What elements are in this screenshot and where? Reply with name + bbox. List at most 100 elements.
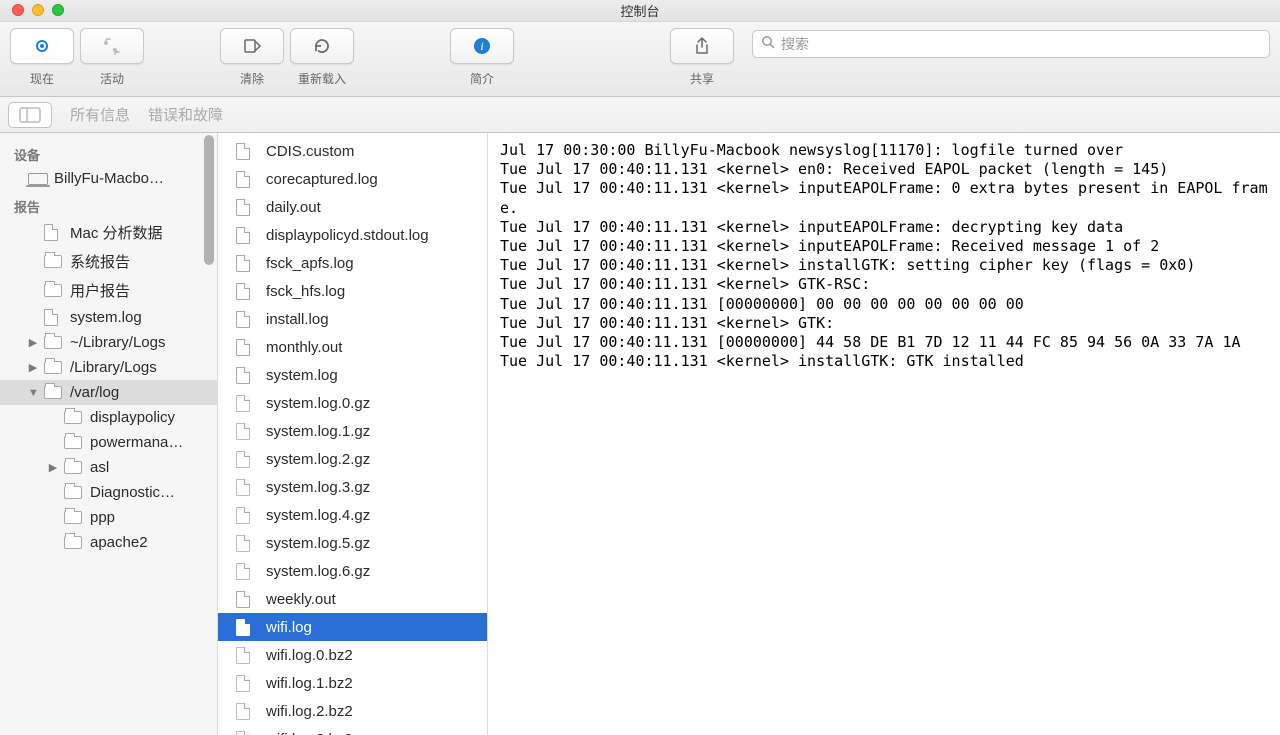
file-row[interactable]: wifi.log.2.bz2: [218, 697, 487, 725]
file-row[interactable]: wifi.log.0.bz2: [218, 641, 487, 669]
file-icon: [236, 591, 256, 607]
file-row[interactable]: monthly.out: [218, 333, 487, 361]
clear-button[interactable]: [220, 28, 284, 64]
toolbar-group-mid: 清除 重新载入: [220, 28, 354, 87]
file-row[interactable]: daily.out: [218, 193, 487, 221]
folder-icon: [44, 360, 64, 376]
file-row[interactable]: weekly.out: [218, 585, 487, 613]
file-name: system.log.6.gz: [266, 563, 370, 580]
minimize-button[interactable]: [32, 4, 44, 16]
file-row[interactable]: wifi.log: [218, 613, 487, 641]
sidebar-item[interactable]: displaypolicy: [0, 405, 217, 430]
file-icon: [44, 225, 64, 241]
file-name: install.log: [266, 311, 329, 328]
file-name: monthly.out: [266, 339, 342, 356]
filter-errors[interactable]: 错误和故障: [148, 104, 223, 125]
file-row[interactable]: system.log.2.gz: [218, 445, 487, 473]
file-row[interactable]: system.log.0.gz: [218, 389, 487, 417]
filter-all[interactable]: 所有信息: [70, 104, 130, 125]
file-row[interactable]: system.log.4.gz: [218, 501, 487, 529]
folder-icon: [64, 460, 84, 476]
file-row[interactable]: system.log.5.gz: [218, 529, 487, 557]
search-input[interactable]: [781, 36, 1261, 52]
zoom-button[interactable]: [52, 4, 64, 16]
activity-button[interactable]: [80, 28, 144, 64]
file-name: fsck_hfs.log: [266, 283, 345, 300]
file-row[interactable]: install.log: [218, 305, 487, 333]
disclosure-triangle-icon[interactable]: ▶: [28, 361, 38, 374]
info-button[interactable]: i: [450, 28, 514, 64]
file-row[interactable]: wifi.log.1.bz2: [218, 669, 487, 697]
sidebar-item[interactable]: ▶/Library/Logs: [0, 355, 217, 380]
reload-label: 重新载入: [298, 70, 346, 87]
sidebar-item[interactable]: ▶asl: [0, 455, 217, 480]
filelist[interactable]: CDIS.customcorecaptured.logdaily.out disp…: [218, 133, 488, 735]
file-name: system.log.1.gz: [266, 423, 370, 440]
sidebar-item[interactable]: 用户报告: [0, 276, 217, 305]
sidebar-item[interactable]: ▼/var/log: [0, 380, 217, 405]
sidebar-item[interactable]: apache2: [0, 530, 217, 555]
filterbar: 所有信息 错误和故障: [0, 97, 1280, 133]
sidebar-item[interactable]: ▶~/Library/Logs: [0, 330, 217, 355]
file-row[interactable]: corecaptured.log: [218, 165, 487, 193]
search-field[interactable]: [752, 30, 1270, 58]
file-name: fsck_apfs.log: [266, 255, 354, 272]
clear-icon: [242, 36, 262, 56]
share-button[interactable]: [670, 28, 734, 64]
folder-icon: [44, 254, 64, 270]
file-row[interactable]: fsck_apfs.log: [218, 249, 487, 277]
file-icon: [236, 675, 256, 691]
sidebar-item[interactable]: system.log: [0, 305, 217, 330]
file-icon: [236, 199, 256, 215]
file-row[interactable]: system.log.6.gz: [218, 557, 487, 585]
sidebar-item-label: apache2: [90, 534, 148, 551]
sidebar-item-label: powermana…: [90, 434, 183, 451]
file-name: system.log.4.gz: [266, 507, 370, 524]
folder-icon: [64, 535, 84, 551]
sidebar-item-label: ppp: [90, 509, 115, 526]
file-name: wifi.log: [266, 619, 312, 636]
file-row[interactable]: displaypolicyd.stdout.log: [218, 221, 487, 249]
folder-icon: [64, 435, 84, 451]
info-label: 简介: [470, 70, 494, 87]
titlebar: 控制台: [0, 0, 1280, 22]
file-icon: [236, 647, 256, 663]
reload-button[interactable]: [290, 28, 354, 64]
share-label: 共享: [690, 70, 714, 87]
toolbar: 现在 活动 清除: [0, 22, 1280, 97]
window-controls: [12, 4, 64, 16]
close-button[interactable]: [12, 4, 24, 16]
file-name: wifi.log.2.bz2: [266, 703, 353, 720]
laptop-icon: [28, 171, 48, 187]
file-name: displaypolicyd.stdout.log: [266, 227, 429, 244]
file-row[interactable]: fsck_hfs.log: [218, 277, 487, 305]
file-name: system.log.0.gz: [266, 395, 370, 412]
sidebar-item[interactable]: 系统报告: [0, 247, 217, 276]
file-row[interactable]: system.log: [218, 361, 487, 389]
file-icon: [44, 310, 64, 326]
sidebar-item[interactable]: ppp: [0, 505, 217, 530]
now-button[interactable]: [10, 28, 74, 64]
log-pane[interactable]: Jul 17 00:30:00 BillyFu-Macbook newsyslo…: [488, 133, 1280, 735]
sidebar-scrollbar[interactable]: [203, 135, 215, 733]
file-row[interactable]: CDIS.custom: [218, 137, 487, 165]
sidebar-item[interactable]: powermana…: [0, 430, 217, 455]
file-name: wifi.log.0.bz2: [266, 647, 353, 664]
file-icon: [236, 619, 256, 635]
file-row[interactable]: wifi.log.3.bz2: [218, 725, 487, 735]
sidebar-item[interactable]: Mac 分析数据: [0, 218, 217, 247]
sidebar-item-label: Diagnostic…: [90, 484, 175, 501]
file-row[interactable]: system.log.1.gz: [218, 417, 487, 445]
sidebar-device-row[interactable]: BillyFu-Macbo…: [0, 166, 217, 191]
search-wrap: [752, 30, 1270, 58]
file-icon: [236, 535, 256, 551]
file-icon: [236, 451, 256, 467]
file-icon: [236, 143, 256, 159]
sidebar-toggle[interactable]: [8, 102, 52, 128]
disclosure-triangle-icon[interactable]: ▼: [28, 387, 38, 399]
disclosure-triangle-icon[interactable]: ▶: [48, 461, 58, 474]
disclosure-triangle-icon[interactable]: ▶: [28, 336, 38, 349]
sidebar-item[interactable]: Diagnostic…: [0, 480, 217, 505]
file-row[interactable]: system.log.3.gz: [218, 473, 487, 501]
folder-icon: [64, 510, 84, 526]
